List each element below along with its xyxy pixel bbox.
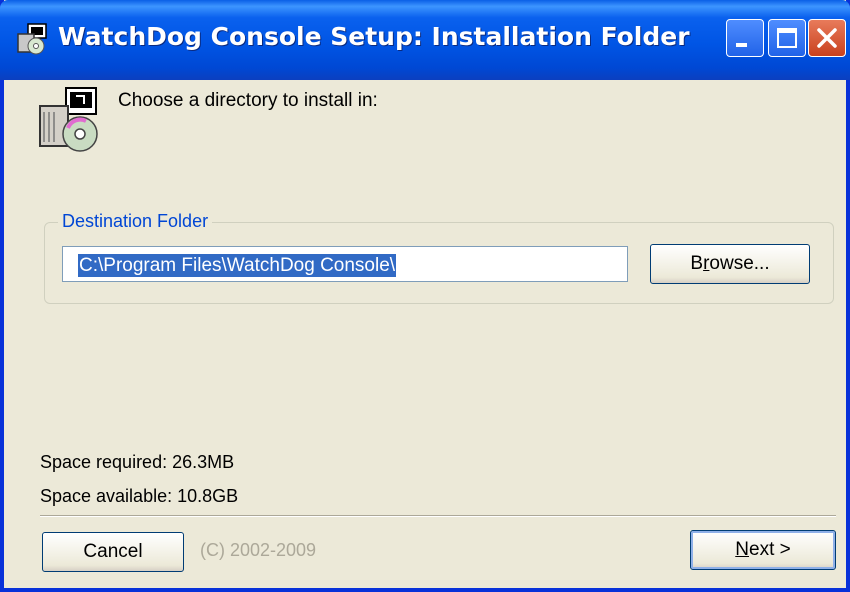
installer-icon [17, 23, 47, 55]
window-title: WatchDog Console Setup: Installation Fol… [58, 22, 690, 51]
next-label-accel: N [735, 539, 749, 560]
installer-window: WatchDog Console Setup: Installation Fol… [0, 0, 850, 592]
browse-label-end: owse... [709, 253, 770, 274]
browse-label-start: B [690, 253, 704, 274]
copyright-text: (C) 2002-2009 [200, 540, 317, 560]
footer-separator [40, 515, 836, 517]
next-button[interactable]: Next > [690, 530, 836, 570]
maximize-icon [777, 28, 797, 48]
browse-button[interactable]: Browse... [650, 244, 810, 284]
close-button[interactable] [808, 19, 846, 57]
minimize-button[interactable] [726, 19, 764, 57]
cancel-button[interactable]: Cancel [42, 532, 184, 572]
minimize-icon [736, 43, 747, 47]
close-icon [817, 28, 837, 48]
next-label-end: ext > [749, 539, 791, 560]
instruction-text: Choose a directory to install in: [118, 90, 378, 111]
maximize-button[interactable] [768, 19, 806, 57]
space-available-text: Space available: 10.8GB [40, 486, 239, 506]
space-required-text: Space required: 26.3MB [40, 452, 235, 472]
title-bar[interactable]: WatchDog Console Setup: Installation Fol… [0, 0, 850, 80]
destination-path-value[interactable]: C:\Program Files\WatchDog Console\ [78, 254, 397, 277]
destination-folder-label: Destination Folder [58, 211, 213, 232]
setup-disk-icon [39, 87, 98, 152]
